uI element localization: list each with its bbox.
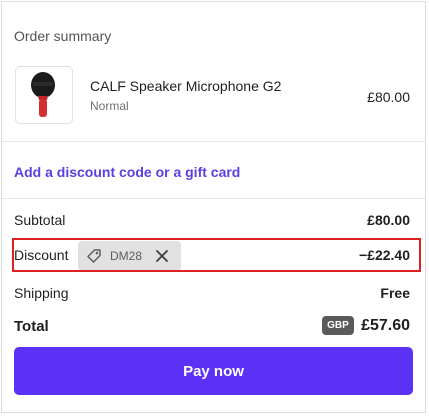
shipping-label: Shipping xyxy=(14,285,69,301)
discount-code: DM28 xyxy=(110,249,143,263)
subtotal-value: £80.00 xyxy=(367,212,410,228)
product-price: £80.00 xyxy=(367,89,410,105)
total-value: £57.60 xyxy=(361,317,410,334)
product-variant: Normal xyxy=(90,99,129,113)
discount-value: −£22.40 xyxy=(359,247,410,263)
total-label: Total xyxy=(14,318,49,335)
discount-code-chip: DM28 xyxy=(78,241,181,271)
tag-icon xyxy=(87,249,101,263)
divider xyxy=(2,141,425,142)
discount-label: Discount xyxy=(14,247,69,263)
pay-now-button[interactable]: Pay now xyxy=(14,347,413,395)
order-summary-panel: Order summary CALF Speaker Microphone G2… xyxy=(1,1,426,413)
divider xyxy=(2,198,425,199)
order-summary-title: Order summary xyxy=(14,28,112,44)
microphone-image xyxy=(31,72,55,117)
product-thumbnail xyxy=(15,66,73,124)
product-name: CALF Speaker Microphone G2 xyxy=(90,78,282,94)
add-discount-link[interactable]: Add a discount code or a gift card xyxy=(14,164,240,180)
currency-badge: GBP xyxy=(322,316,354,335)
subtotal-label: Subtotal xyxy=(14,212,66,228)
close-icon[interactable] xyxy=(154,248,170,264)
shipping-value: Free xyxy=(380,285,410,301)
